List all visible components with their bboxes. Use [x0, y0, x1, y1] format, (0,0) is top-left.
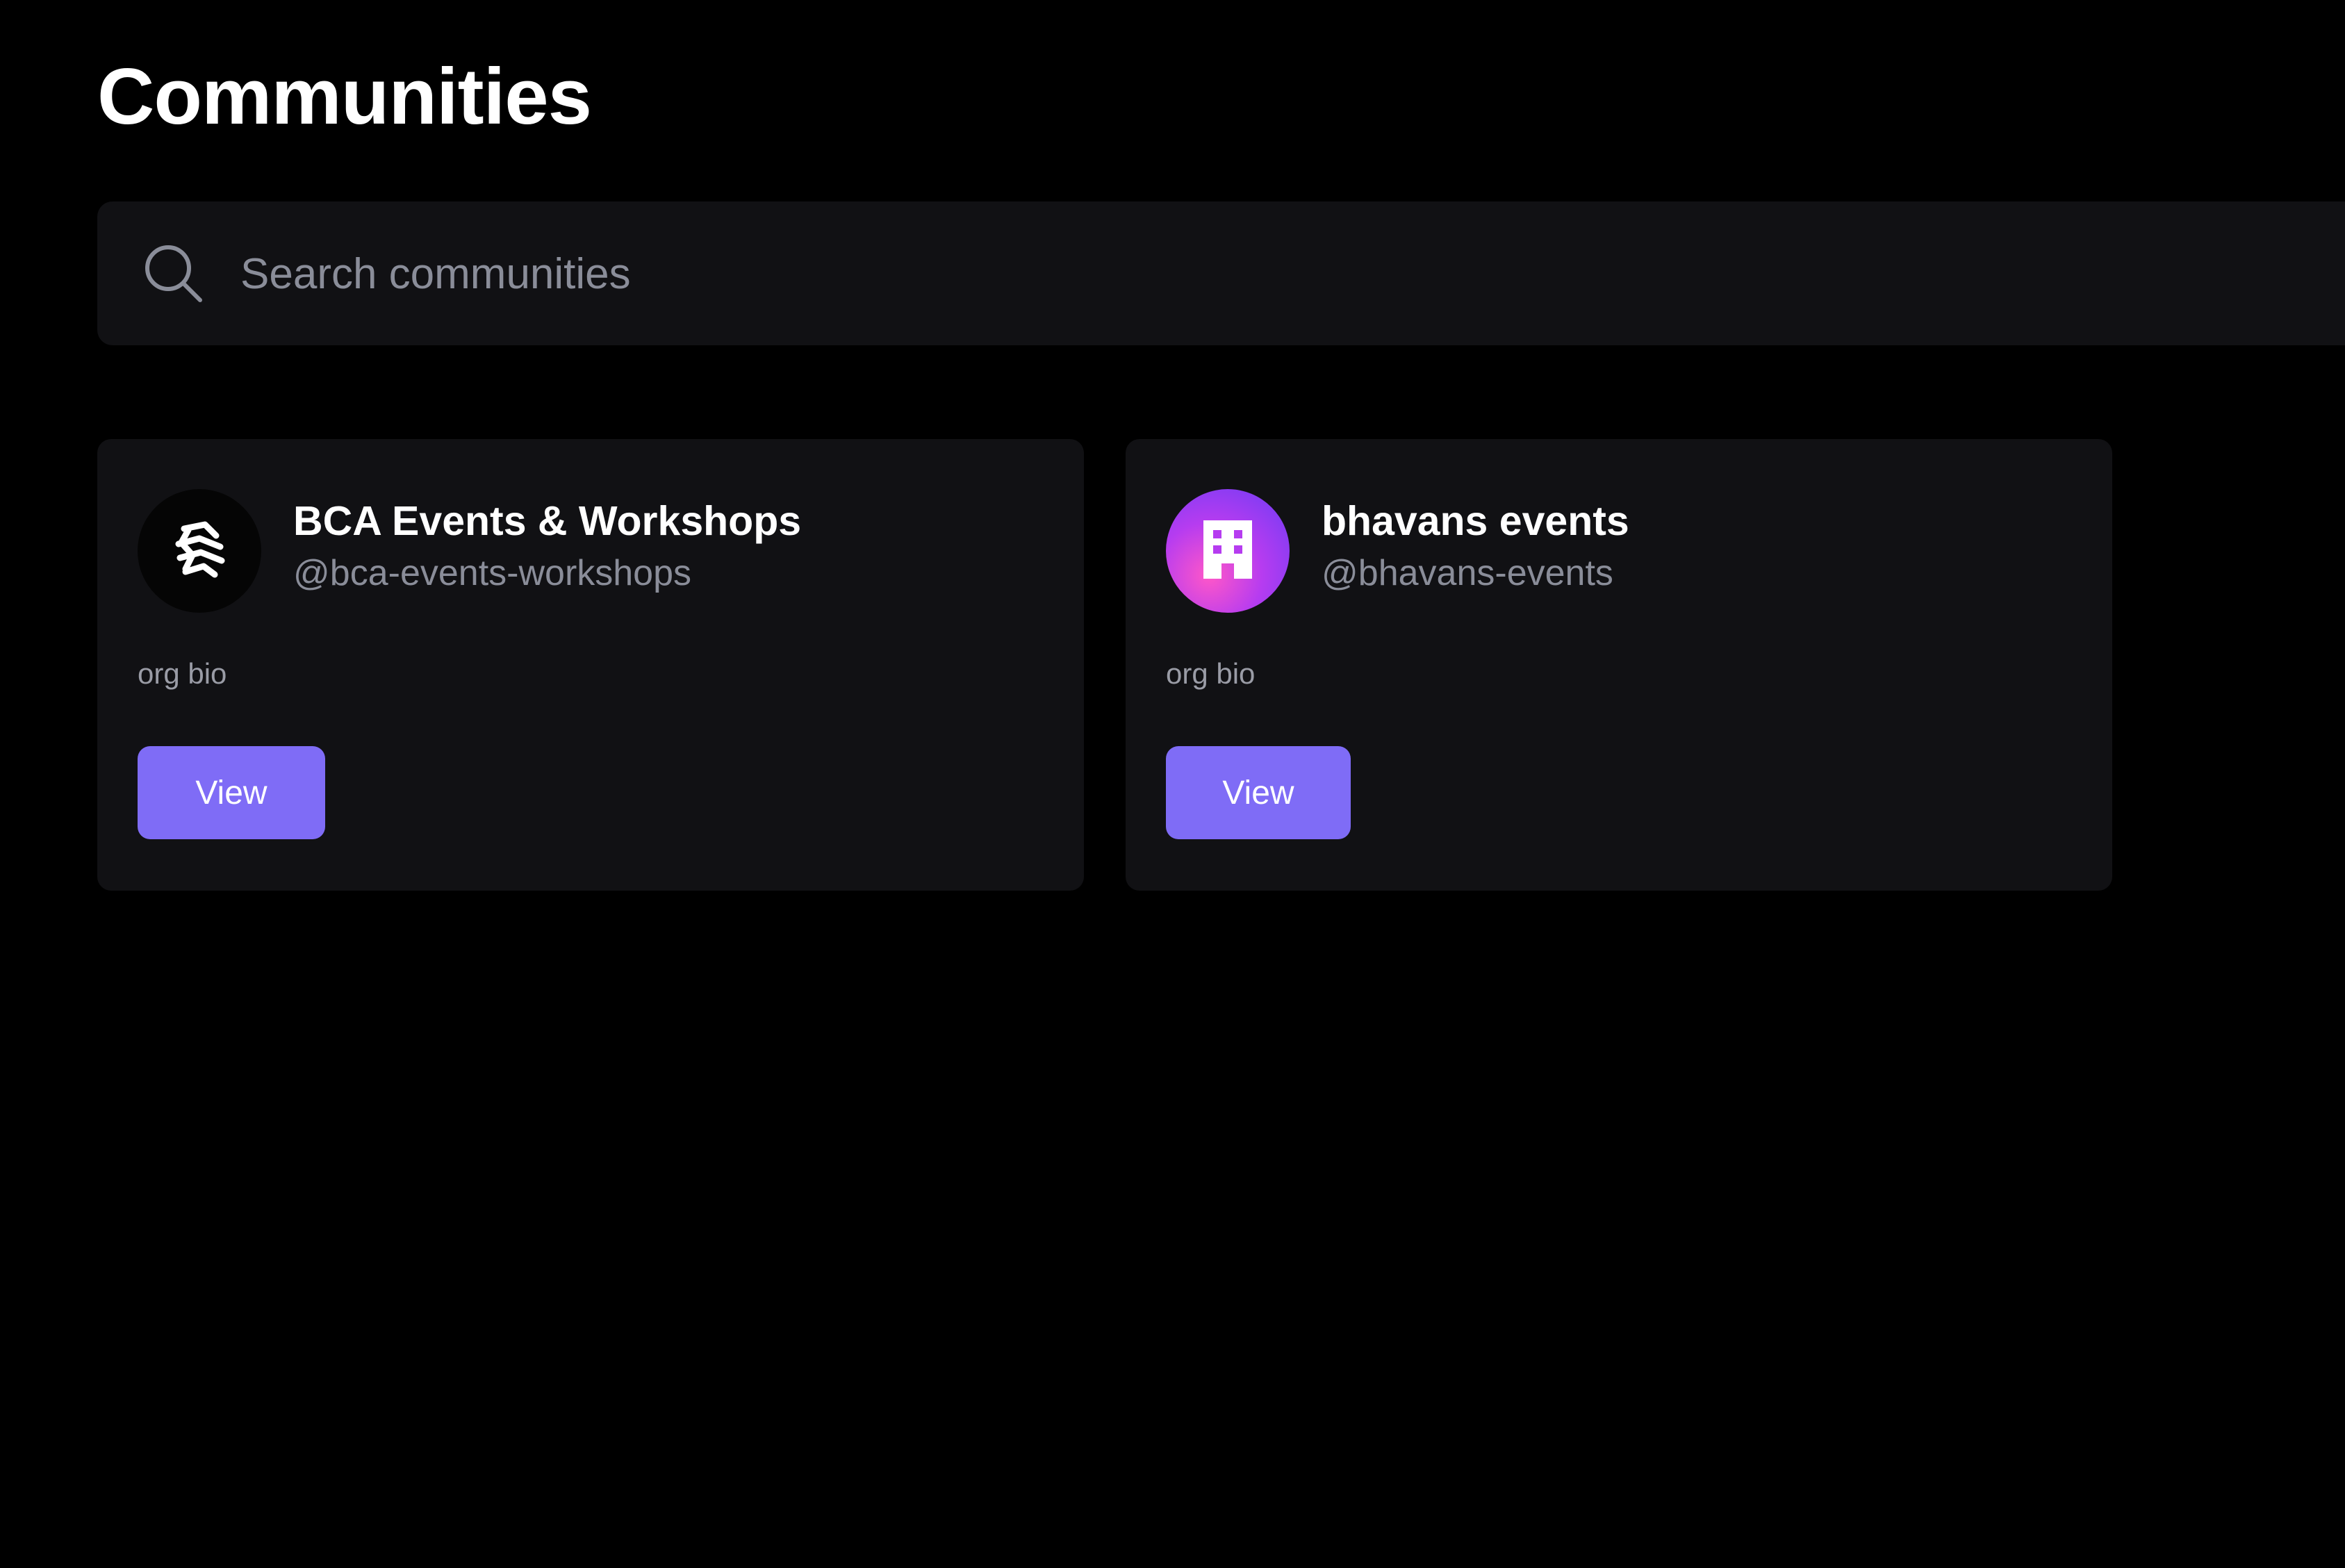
search-icon: [140, 240, 207, 307]
community-card: bhavans events @bhavans-events org bio V…: [1126, 439, 2112, 891]
bca-logo-icon: [165, 515, 234, 588]
community-handle: @bhavans-events: [1322, 553, 1613, 593]
community-name[interactable]: BCA Events & Workshops: [293, 495, 801, 547]
view-button[interactable]: View: [1166, 746, 1351, 839]
page-title: Communities: [97, 53, 592, 141]
building-icon: [1196, 515, 1259, 588]
search-bar[interactable]: [97, 201, 2345, 345]
community-name[interactable]: bhavans events: [1322, 495, 1629, 547]
view-button[interactable]: View: [138, 746, 325, 839]
community-bio: org bio: [1166, 657, 1256, 690]
search-input[interactable]: [240, 229, 2255, 318]
community-handle: @bca-events-workshops: [293, 553, 692, 593]
community-bio: org bio: [138, 657, 227, 690]
community-avatar[interactable]: [138, 489, 261, 613]
community-avatar[interactable]: [1166, 489, 1290, 613]
communities-page: Communities Search communities BCA Event…: [0, 0, 2345, 1568]
community-card: BCA Events & Workshops @bca-events-works…: [97, 439, 1084, 891]
